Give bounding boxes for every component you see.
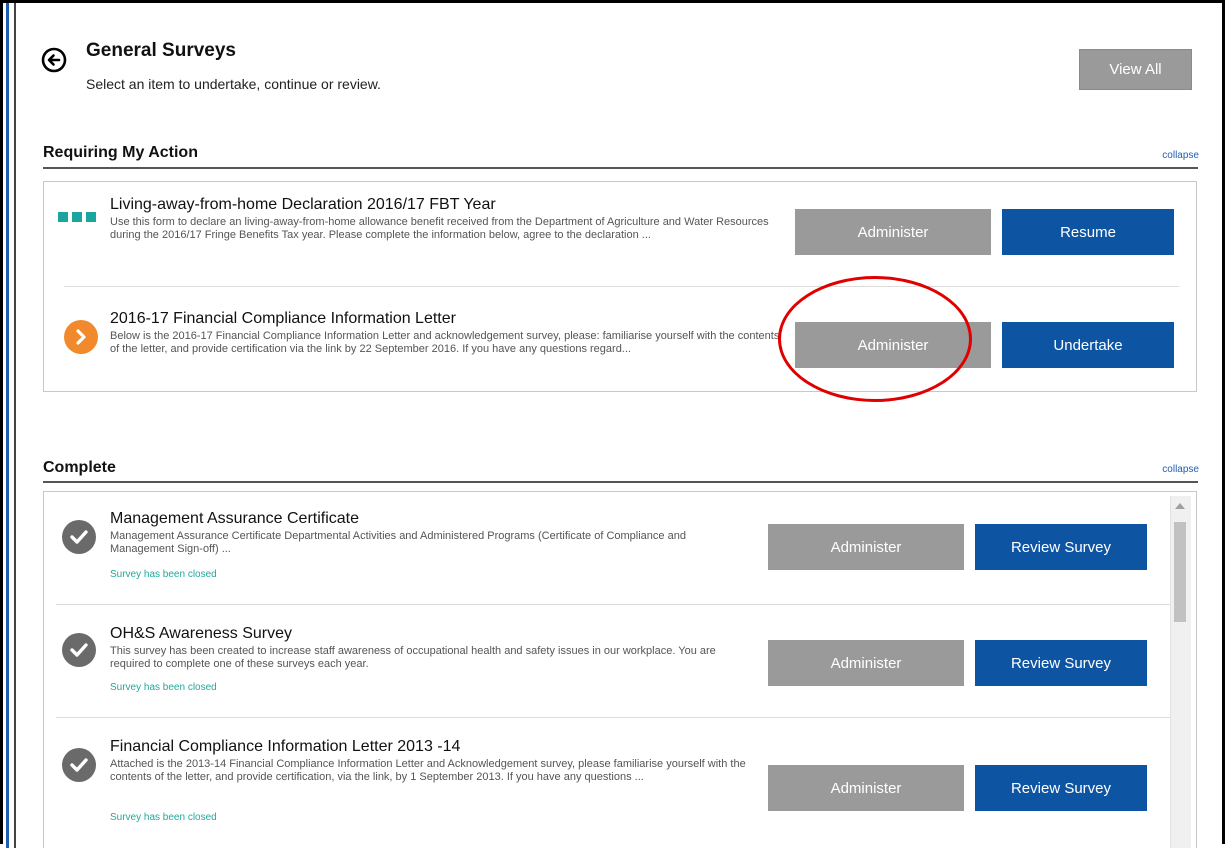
- item-title[interactable]: OH&S Awareness Survey: [110, 625, 292, 643]
- checkmark-circle-icon: [62, 748, 96, 782]
- left-border-line: [14, 3, 16, 848]
- item-title[interactable]: Financial Compliance Information Letter …: [110, 738, 460, 756]
- complete-panel: Management Assurance Certificate Managem…: [43, 491, 1197, 848]
- item-title[interactable]: Living-away-from-home Declaration 2016/1…: [110, 196, 496, 214]
- requiring-panel: Living-away-from-home Declaration 2016/1…: [43, 181, 1197, 392]
- item-title[interactable]: Management Assurance Certificate: [110, 510, 359, 528]
- review-survey-button[interactable]: Review Survey: [975, 524, 1147, 570]
- status-text: Survey has been closed: [110, 812, 217, 823]
- circle-arrow-left-icon[interactable]: [41, 47, 67, 73]
- item-title[interactable]: 2016-17 Financial Compliance Information…: [110, 310, 456, 328]
- item-description: Use this form to declare an living-away-…: [110, 216, 769, 241]
- section-title-complete: Complete: [43, 459, 116, 476]
- administer-button[interactable]: Administer: [795, 322, 991, 368]
- item-description: This survey has been created to increase…: [110, 645, 716, 670]
- item-description: Below is the 2016-17 Financial Complianc…: [110, 330, 780, 355]
- administer-button[interactable]: Administer: [768, 765, 964, 811]
- collapse-link-requiring[interactable]: collapse: [1162, 150, 1199, 161]
- administer-button[interactable]: Administer: [768, 524, 964, 570]
- item-description: Attached is the 2013-14 Financial Compli…: [110, 758, 746, 783]
- scrollbar-thumb[interactable]: [1174, 522, 1186, 622]
- chevron-right-circle-icon: [64, 320, 98, 354]
- administer-button[interactable]: Administer: [768, 640, 964, 686]
- administer-button[interactable]: Administer: [795, 209, 991, 255]
- review-survey-button[interactable]: Review Survey: [975, 765, 1147, 811]
- row-divider: [56, 717, 1171, 718]
- review-survey-button[interactable]: Review Survey: [975, 640, 1147, 686]
- left-border-accent: [6, 3, 9, 848]
- undertake-button[interactable]: Undertake: [1002, 322, 1174, 368]
- scroll-up-arrow-icon[interactable]: [1175, 503, 1185, 509]
- section-rule: [43, 481, 1198, 483]
- view-all-button[interactable]: View All: [1079, 49, 1192, 90]
- section-title-requiring: Requiring My Action: [43, 144, 198, 161]
- row-divider: [56, 604, 1171, 605]
- item-description: Management Assurance Certificate Departm…: [110, 530, 686, 555]
- checkmark-circle-icon: [62, 520, 96, 554]
- page-subtitle: Select an item to undertake, continue or…: [86, 76, 381, 92]
- checkmark-circle-icon: [62, 633, 96, 667]
- section-rule: [43, 167, 1198, 169]
- resume-button[interactable]: Resume: [1002, 209, 1174, 255]
- collapse-link-complete[interactable]: collapse: [1162, 464, 1199, 475]
- status-text: Survey has been closed: [110, 569, 217, 580]
- status-text: Survey has been closed: [110, 682, 217, 693]
- in-progress-dots-icon: [58, 212, 96, 222]
- page-title: General Surveys: [86, 40, 236, 61]
- row-divider: [64, 286, 1179, 287]
